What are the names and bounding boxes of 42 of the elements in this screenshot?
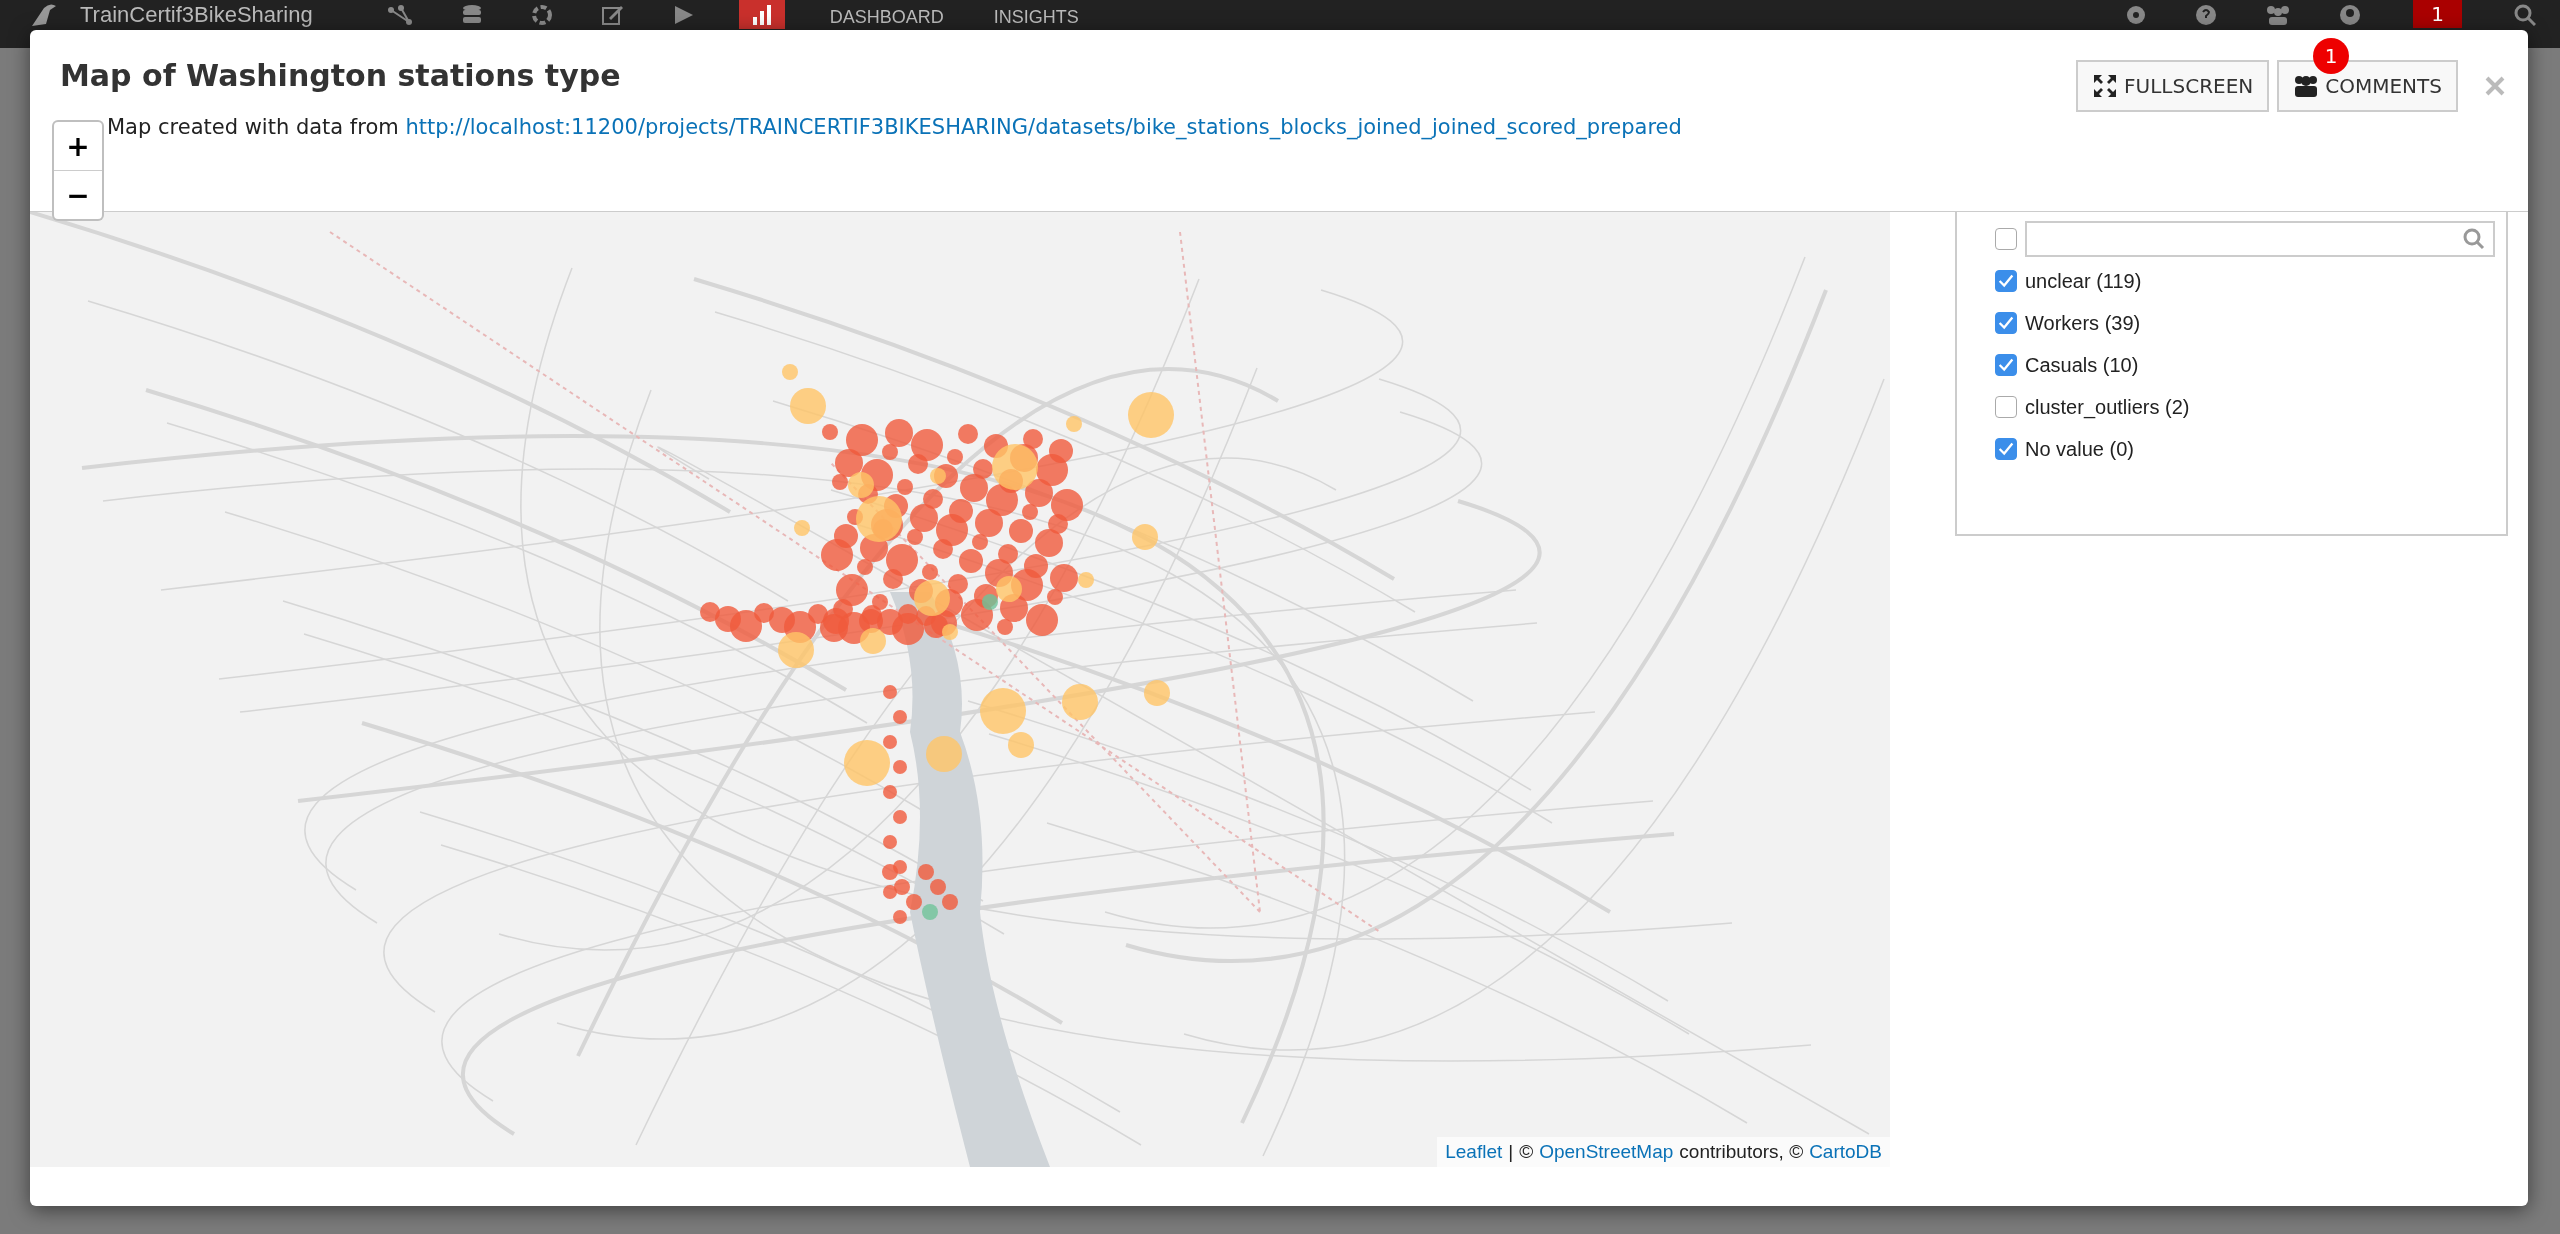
attribution-text: |: [1508, 1141, 1514, 1163]
nav-link[interactable]: INSIGHTS: [993, 6, 1079, 28]
checkbox[interactable]: [1995, 438, 2017, 460]
zoom-out-button[interactable]: −: [54, 170, 102, 219]
database-icon[interactable]: [460, 4, 483, 26]
flow-icon[interactable]: [386, 4, 413, 26]
search-field[interactable]: [2025, 221, 2495, 257]
checkbox[interactable]: [1995, 396, 2017, 418]
checkbox[interactable]: [1995, 228, 2017, 250]
search-icon[interactable]: [2514, 4, 2536, 26]
attribution-text: ©: [1519, 1141, 1534, 1163]
nav-link[interactable]: DASHBOARD: [829, 6, 944, 28]
attribution-link[interactable]: CartoDB: [1809, 1141, 1882, 1163]
edit-icon[interactable]: [600, 4, 625, 26]
fullscreen-button[interactable]: FULLSCREEN: [2076, 60, 2270, 112]
search-icon: [2463, 228, 2485, 250]
help-icon[interactable]: [2195, 4, 2218, 26]
description-text: Map created with data from http://localhost:11200/projects/TRAINCERTIF3BIKESHARING/datasets/bike_stations_blocks_joined_joined_scored_prepared: [107, 115, 1683, 139]
attribution-text: contributors, ©: [1679, 1141, 1804, 1163]
chart-icon[interactable]: [738, 0, 785, 29]
notification-count[interactable]: 1: [2413, 0, 2462, 28]
comment-count-badge: 1: [2313, 38, 2349, 74]
dialog-title: Map of Washington stations type: [60, 58, 621, 93]
legend-label[interactable]: Workers (39): [2025, 311, 2141, 335]
legend-label[interactable]: Casuals (10): [2025, 353, 2139, 377]
dataset-link[interactable]: http://localhost:11200/projects/TRAINCERTIF3BIKESHARING/datasets/bike_stations_blocks_joined_joined_scored_prepared: [405, 115, 1682, 139]
users-icon: [2293, 73, 2320, 99]
expand-icon: [2092, 73, 2119, 99]
project-title[interactable]: TrainCertif3BikeSharing: [80, 2, 313, 28]
attribution-link[interactable]: Leaflet: [1445, 1141, 1503, 1163]
legend-label[interactable]: No value (0): [2025, 437, 2134, 461]
user-avatar-icon[interactable]: [2339, 4, 2362, 26]
checkbox[interactable]: [1995, 312, 2017, 334]
users-icon[interactable]: [2265, 4, 2292, 26]
zoom-in-button[interactable]: +: [54, 122, 102, 170]
attribution-link[interactable]: OpenStreetMap: [1539, 1141, 1674, 1163]
checkbox[interactable]: [1995, 270, 2017, 292]
legend-label[interactable]: cluster_outliers (2): [2025, 395, 2190, 419]
play-icon[interactable]: [672, 4, 695, 26]
checkbox[interactable]: [1995, 354, 2017, 376]
legend-label[interactable]: unclear (119): [2025, 269, 2142, 293]
ring-icon[interactable]: [530, 4, 553, 26]
